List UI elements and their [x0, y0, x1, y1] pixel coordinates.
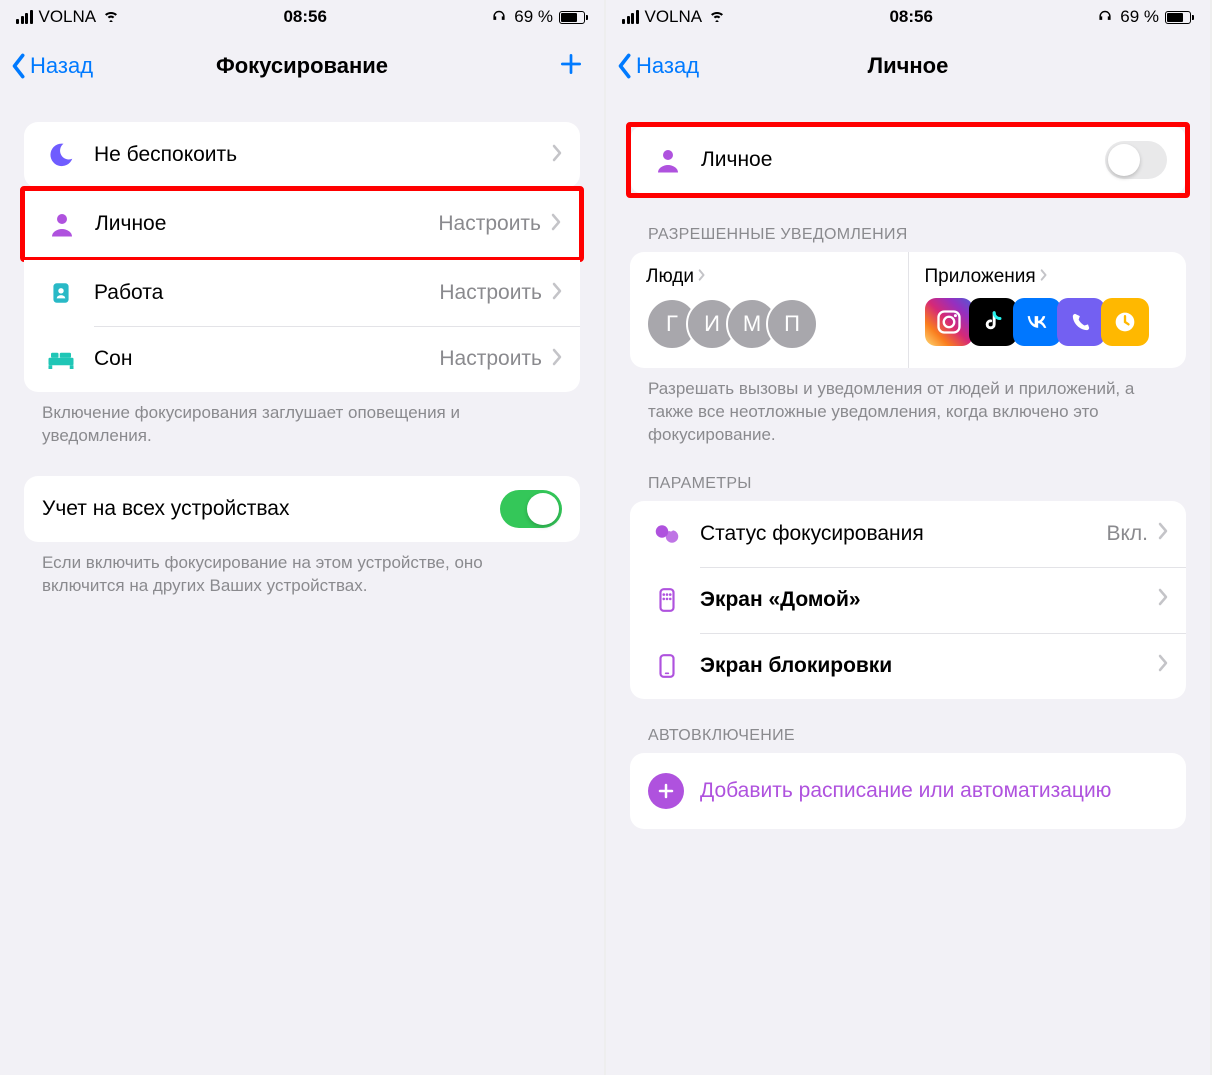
moon-icon	[42, 136, 80, 174]
chevron-right-icon	[1040, 266, 1048, 288]
row-value: Настроить	[438, 212, 541, 236]
status-time: 08:56	[283, 7, 326, 27]
group-footer: Если включить фокусирование на этом устр…	[42, 552, 562, 598]
bed-icon	[42, 340, 80, 378]
row-label: Личное	[701, 148, 1105, 172]
status-share-icon	[648, 515, 686, 553]
back-label: Назад	[30, 53, 93, 79]
apps-title: Приложения	[925, 266, 1036, 288]
section-header: РАЗРЕШЕННЫЕ УВЕДОМЛЕНИЯ	[648, 226, 1168, 244]
page-title: Личное	[736, 53, 1080, 79]
status-time: 08:56	[889, 7, 932, 27]
param-row-focus-status[interactable]: Статус фокусирования Вкл.	[630, 501, 1186, 567]
wifi-icon	[708, 7, 726, 27]
carrier-label: VOLNA	[39, 7, 97, 27]
clock-icon	[1101, 298, 1149, 346]
carrier-label: VOLNA	[645, 7, 703, 27]
vk-icon	[1013, 298, 1061, 346]
page-title: Фокусирование	[130, 53, 474, 79]
signal-icon	[16, 10, 33, 24]
back-button[interactable]: Назад	[616, 53, 736, 79]
avatar: П	[766, 298, 818, 350]
section-header: ПАРАМЕТРЫ	[648, 475, 1168, 493]
battery-icon	[1165, 11, 1194, 24]
row-label: Статус фокусирования	[700, 522, 1106, 546]
focus-detail-screen: VOLNA 08:56 69 % Назад Личное	[606, 0, 1212, 1075]
focus-row-personal[interactable]: Личное Настроить	[25, 191, 579, 257]
row-value: Вкл.	[1106, 522, 1148, 546]
focus-row-sleep[interactable]: Сон Настроить	[24, 326, 580, 392]
plus-circle-icon	[648, 773, 684, 809]
focus-enable-row[interactable]: Личное	[631, 127, 1185, 193]
battery-pct: 69 %	[514, 7, 553, 27]
nav-bar: Назад Личное	[606, 34, 1210, 98]
row-value: Настроить	[439, 281, 542, 305]
headphones-icon	[490, 7, 508, 27]
focus-list-screen: VOLNA 08:56 69 % Назад Фокусирование	[0, 0, 606, 1075]
signal-icon	[622, 10, 639, 24]
chevron-right-icon	[1158, 588, 1168, 611]
row-label: Личное	[95, 212, 438, 236]
section-header: АВТОВКЛЮЧЕНИЕ	[648, 727, 1168, 745]
row-value: Настроить	[439, 347, 542, 371]
row-label: Сон	[94, 347, 439, 371]
group-footer: Разрешать вызовы и уведомления от людей …	[648, 378, 1168, 447]
focus-row-dnd[interactable]: Не беспокоить	[24, 122, 580, 188]
add-schedule-button[interactable]: Добавить расписание или автоматизацию	[630, 753, 1186, 829]
sync-toggle[interactable]	[500, 490, 562, 528]
person-icon	[649, 141, 687, 179]
focus-enable-toggle[interactable]	[1105, 141, 1167, 179]
status-bar: VOLNA 08:56 69 %	[606, 0, 1210, 34]
people-title: Люди	[646, 266, 694, 288]
badge-icon	[42, 274, 80, 312]
lock-screen-icon	[648, 647, 686, 685]
param-row-lock-screen[interactable]: Экран блокировки	[630, 633, 1186, 699]
chevron-right-icon	[552, 144, 562, 167]
param-row-home-screen[interactable]: Экран «Домой»	[630, 567, 1186, 633]
viber-icon	[1057, 298, 1105, 346]
chevron-right-icon	[552, 348, 562, 371]
row-label: Учет на всех устройствах	[42, 497, 500, 521]
chevron-right-icon	[551, 213, 561, 236]
battery-pct: 69 %	[1120, 7, 1159, 27]
allowed-notifications-card: Люди Г И М П Приложения	[630, 252, 1186, 368]
focus-row-work[interactable]: Работа Настроить	[24, 260, 580, 326]
tiktok-icon	[969, 298, 1017, 346]
instagram-icon	[925, 298, 973, 346]
back-button[interactable]: Назад	[10, 53, 130, 79]
status-bar: VOLNA 08:56 69 %	[0, 0, 604, 34]
group-footer: Включение фокусирования заглушает оповещ…	[42, 402, 562, 448]
row-label: Экран блокировки	[700, 654, 1158, 678]
chevron-right-icon	[1158, 654, 1168, 677]
back-label: Назад	[636, 53, 699, 79]
chevron-right-icon	[1158, 522, 1168, 545]
person-icon	[43, 205, 81, 243]
add-schedule-label: Добавить расписание или автоматизацию	[700, 778, 1111, 804]
row-label: Экран «Домой»	[700, 588, 1158, 612]
add-focus-button[interactable]	[558, 51, 584, 82]
row-label: Работа	[94, 281, 439, 305]
sync-all-devices-row[interactable]: Учет на всех устройствах	[24, 476, 580, 542]
apps-section[interactable]: Приложения	[908, 252, 1187, 368]
people-section[interactable]: Люди Г И М П	[630, 252, 908, 368]
nav-bar: Назад Фокусирование	[0, 34, 604, 98]
row-label: Не беспокоить	[94, 143, 552, 167]
wifi-icon	[102, 7, 120, 27]
home-screen-icon	[648, 581, 686, 619]
chevron-right-icon	[552, 282, 562, 305]
headphones-icon	[1096, 7, 1114, 27]
battery-icon	[559, 11, 588, 24]
chevron-right-icon	[698, 266, 706, 288]
